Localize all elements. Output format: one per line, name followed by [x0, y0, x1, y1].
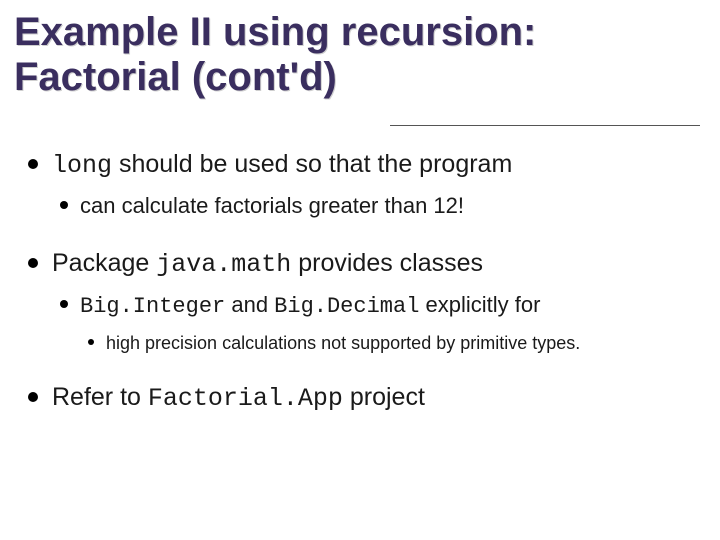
code-big-decimal: Big.Decimal	[274, 294, 419, 319]
title-line-2: Factorial (cont'd)	[14, 55, 337, 99]
bullet-long: long should be used so that the program …	[22, 148, 684, 221]
code-big-integer: Big.Integer	[80, 294, 225, 319]
code-java-math: java.math	[156, 250, 291, 279]
title-underline	[390, 125, 700, 126]
text-high-precision: high precision calculations not supporte…	[106, 333, 580, 353]
slide-body: long should be used so that the program …	[14, 148, 684, 416]
text-package-post: provides classes	[291, 249, 483, 277]
text-refer-post: project	[343, 383, 425, 411]
bullet-long-sub: can calculate factorials greater than 12…	[52, 192, 684, 221]
text-explicitly: explicitly for	[419, 292, 540, 317]
bullet-refer: Refer to Factorial.App project	[22, 381, 684, 416]
code-long: long	[52, 151, 112, 180]
bullet-high-precision: high precision calculations not supporte…	[80, 332, 684, 355]
text-long-sub: can calculate factorials greater than 12…	[80, 193, 464, 218]
bullet-package: Package java.math provides classes Big.I…	[22, 247, 684, 355]
bullet-biginteger: Big.Integer and Big.Decimal explicitly f…	[52, 291, 684, 355]
slide: Example II using recursion: Factorial (c…	[0, 0, 720, 540]
slide-title: Example II using recursion: Factorial (c…	[14, 10, 684, 100]
text-refer-pre: Refer to	[52, 383, 148, 411]
text-and: and	[225, 292, 274, 317]
text-long: should be used so that the program	[112, 150, 512, 178]
text-package-pre: Package	[52, 249, 156, 277]
title-line-1: Example II using recursion:	[14, 10, 536, 54]
code-factorial-app: Factorial.App	[148, 384, 343, 413]
